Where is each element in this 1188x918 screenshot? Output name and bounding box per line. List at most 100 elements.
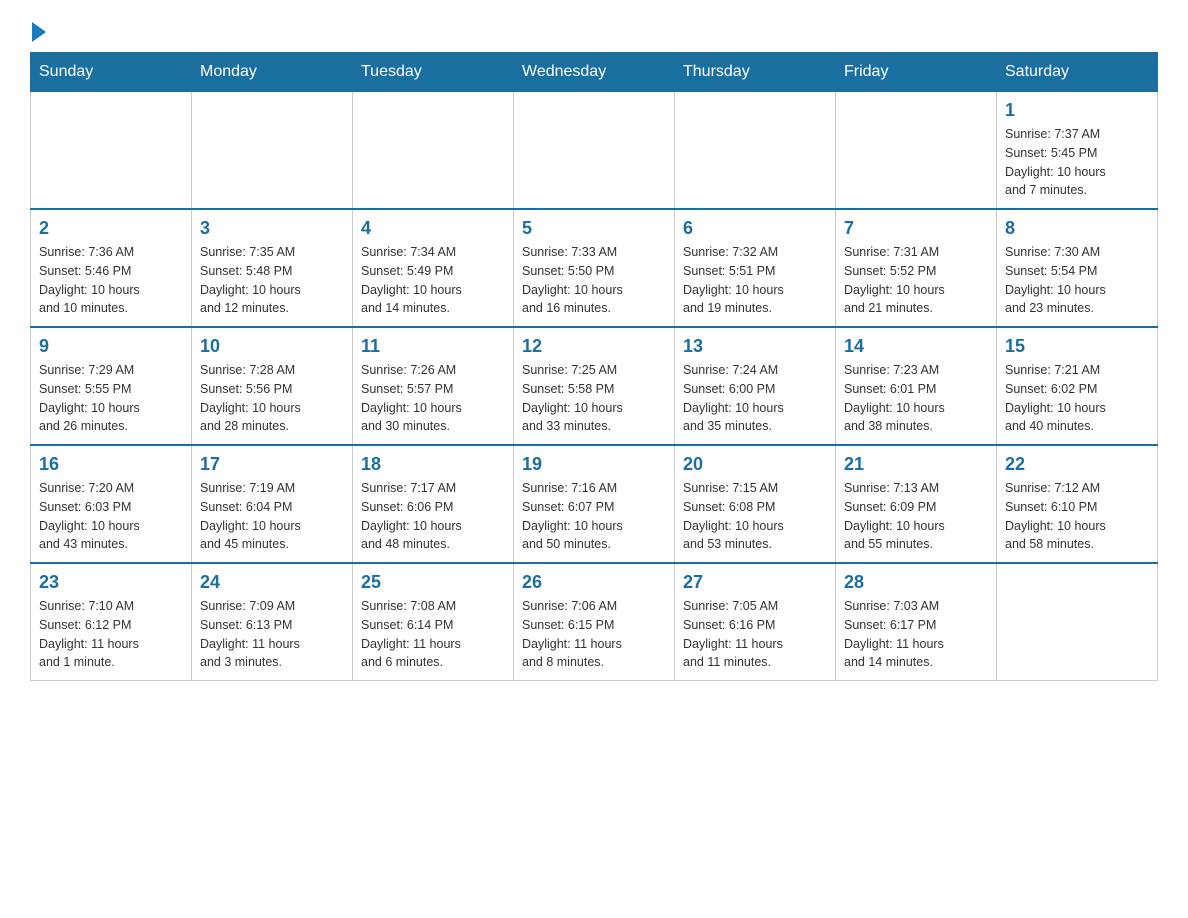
day-cell: 21 Sunrise: 7:13 AM Sunset: 6:09 PM Dayli…: [836, 445, 997, 563]
day-number: 10: [200, 336, 344, 357]
day-cell: 12 Sunrise: 7:25 AM Sunset: 5:58 PM Dayli…: [514, 327, 675, 445]
day-number: 14: [844, 336, 988, 357]
day-info: Sunrise: 7:12 AM Sunset: 6:10 PM Dayligh…: [1005, 479, 1149, 554]
day-cell: 27 Sunrise: 7:05 AM Sunset: 6:16 PM Dayli…: [675, 563, 836, 681]
day-cell: 2 Sunrise: 7:36 AM Sunset: 5:46 PM Daylig…: [31, 209, 192, 327]
day-number: 22: [1005, 454, 1149, 475]
day-cell: 3 Sunrise: 7:35 AM Sunset: 5:48 PM Daylig…: [192, 209, 353, 327]
week-row-3: 9 Sunrise: 7:29 AM Sunset: 5:55 PM Daylig…: [31, 327, 1158, 445]
day-info: Sunrise: 7:32 AM Sunset: 5:51 PM Dayligh…: [683, 243, 827, 318]
calendar-header-row: SundayMondayTuesdayWednesdayThursdayFrid…: [31, 53, 1158, 92]
week-row-1: 1 Sunrise: 7:37 AM Sunset: 5:45 PM Daylig…: [31, 92, 1158, 210]
day-cell: [353, 92, 514, 210]
day-number: 20: [683, 454, 827, 475]
day-number: 9: [39, 336, 183, 357]
day-cell: 19 Sunrise: 7:16 AM Sunset: 6:07 PM Dayli…: [514, 445, 675, 563]
day-number: 12: [522, 336, 666, 357]
day-info: Sunrise: 7:34 AM Sunset: 5:49 PM Dayligh…: [361, 243, 505, 318]
day-cell: 15 Sunrise: 7:21 AM Sunset: 6:02 PM Dayli…: [997, 327, 1158, 445]
day-number: 21: [844, 454, 988, 475]
day-cell: 23 Sunrise: 7:10 AM Sunset: 6:12 PM Dayli…: [31, 563, 192, 681]
day-info: Sunrise: 7:28 AM Sunset: 5:56 PM Dayligh…: [200, 361, 344, 436]
day-info: Sunrise: 7:31 AM Sunset: 5:52 PM Dayligh…: [844, 243, 988, 318]
day-number: 11: [361, 336, 505, 357]
day-info: Sunrise: 7:33 AM Sunset: 5:50 PM Dayligh…: [522, 243, 666, 318]
day-info: Sunrise: 7:37 AM Sunset: 5:45 PM Dayligh…: [1005, 125, 1149, 200]
day-info: Sunrise: 7:20 AM Sunset: 6:03 PM Dayligh…: [39, 479, 183, 554]
day-info: Sunrise: 7:26 AM Sunset: 5:57 PM Dayligh…: [361, 361, 505, 436]
week-row-2: 2 Sunrise: 7:36 AM Sunset: 5:46 PM Daylig…: [31, 209, 1158, 327]
calendar-header-wednesday: Wednesday: [514, 53, 675, 92]
calendar-header-thursday: Thursday: [675, 53, 836, 92]
day-number: 16: [39, 454, 183, 475]
week-row-5: 23 Sunrise: 7:10 AM Sunset: 6:12 PM Dayli…: [31, 563, 1158, 681]
day-info: Sunrise: 7:35 AM Sunset: 5:48 PM Dayligh…: [200, 243, 344, 318]
day-info: Sunrise: 7:24 AM Sunset: 6:00 PM Dayligh…: [683, 361, 827, 436]
day-number: 25: [361, 572, 505, 593]
day-cell: 14 Sunrise: 7:23 AM Sunset: 6:01 PM Dayli…: [836, 327, 997, 445]
calendar-header-sunday: Sunday: [31, 53, 192, 92]
day-cell: 1 Sunrise: 7:37 AM Sunset: 5:45 PM Daylig…: [997, 92, 1158, 210]
day-cell: 16 Sunrise: 7:20 AM Sunset: 6:03 PM Dayli…: [31, 445, 192, 563]
day-cell: [997, 563, 1158, 681]
day-cell: 18 Sunrise: 7:17 AM Sunset: 6:06 PM Dayli…: [353, 445, 514, 563]
day-number: 1: [1005, 100, 1149, 121]
day-info: Sunrise: 7:03 AM Sunset: 6:17 PM Dayligh…: [844, 597, 988, 672]
day-info: Sunrise: 7:25 AM Sunset: 5:58 PM Dayligh…: [522, 361, 666, 436]
calendar-header-saturday: Saturday: [997, 53, 1158, 92]
day-cell: 28 Sunrise: 7:03 AM Sunset: 6:17 PM Dayli…: [836, 563, 997, 681]
day-cell: [192, 92, 353, 210]
day-number: 7: [844, 218, 988, 239]
day-cell: 26Sunrise: 7:06 AM Sunset: 6:15 PM Dayli…: [514, 563, 675, 681]
day-cell: 25 Sunrise: 7:08 AM Sunset: 6:14 PM Dayli…: [353, 563, 514, 681]
day-cell: 9 Sunrise: 7:29 AM Sunset: 5:55 PM Daylig…: [31, 327, 192, 445]
calendar-header-tuesday: Tuesday: [353, 53, 514, 92]
day-number: 4: [361, 218, 505, 239]
day-cell: 20 Sunrise: 7:15 AM Sunset: 6:08 PM Dayli…: [675, 445, 836, 563]
day-number: 15: [1005, 336, 1149, 357]
day-info: Sunrise: 7:36 AM Sunset: 5:46 PM Dayligh…: [39, 243, 183, 318]
day-info: Sunrise: 7:15 AM Sunset: 6:08 PM Dayligh…: [683, 479, 827, 554]
day-number: 8: [1005, 218, 1149, 239]
calendar-header-monday: Monday: [192, 53, 353, 92]
day-number: 23: [39, 572, 183, 593]
day-number: 26: [522, 572, 666, 593]
day-number: 3: [200, 218, 344, 239]
day-cell: 7 Sunrise: 7:31 AM Sunset: 5:52 PM Daylig…: [836, 209, 997, 327]
day-number: 2: [39, 218, 183, 239]
day-info: Sunrise: 7:10 AM Sunset: 6:12 PM Dayligh…: [39, 597, 183, 672]
day-cell: [675, 92, 836, 210]
week-row-4: 16 Sunrise: 7:20 AM Sunset: 6:03 PM Dayli…: [31, 445, 1158, 563]
day-number: 27: [683, 572, 827, 593]
day-info: Sunrise: 7:08 AM Sunset: 6:14 PM Dayligh…: [361, 597, 505, 672]
day-number: 28: [844, 572, 988, 593]
day-number: 24: [200, 572, 344, 593]
day-info: Sunrise: 7:09 AM Sunset: 6:13 PM Dayligh…: [200, 597, 344, 672]
calendar-table: SundayMondayTuesdayWednesdayThursdayFrid…: [30, 52, 1158, 681]
day-info: Sunrise: 7:21 AM Sunset: 6:02 PM Dayligh…: [1005, 361, 1149, 436]
day-info: Sunrise: 7:30 AM Sunset: 5:54 PM Dayligh…: [1005, 243, 1149, 318]
day-cell: [514, 92, 675, 210]
day-cell: 5 Sunrise: 7:33 AM Sunset: 5:50 PM Daylig…: [514, 209, 675, 327]
day-number: 19: [522, 454, 666, 475]
day-cell: 4 Sunrise: 7:34 AM Sunset: 5:49 PM Daylig…: [353, 209, 514, 327]
day-number: 5: [522, 218, 666, 239]
logo: [30, 20, 46, 42]
day-info: Sunrise: 7:23 AM Sunset: 6:01 PM Dayligh…: [844, 361, 988, 436]
day-number: 18: [361, 454, 505, 475]
day-info: Sunrise: 7:05 AM Sunset: 6:16 PM Dayligh…: [683, 597, 827, 672]
day-cell: 8 Sunrise: 7:30 AM Sunset: 5:54 PM Daylig…: [997, 209, 1158, 327]
day-info: Sunrise: 7:17 AM Sunset: 6:06 PM Dayligh…: [361, 479, 505, 554]
day-cell: 24 Sunrise: 7:09 AM Sunset: 6:13 PM Dayli…: [192, 563, 353, 681]
day-info: Sunrise: 7:16 AM Sunset: 6:07 PM Dayligh…: [522, 479, 666, 554]
page-header: [30, 20, 1158, 42]
day-cell: [31, 92, 192, 210]
day-cell: 17Sunrise: 7:19 AM Sunset: 6:04 PM Dayli…: [192, 445, 353, 563]
day-number: 6: [683, 218, 827, 239]
day-info: Sunrise: 7:29 AM Sunset: 5:55 PM Dayligh…: [39, 361, 183, 436]
day-cell: 10 Sunrise: 7:28 AM Sunset: 5:56 PM Dayli…: [192, 327, 353, 445]
logo-arrow-icon: [32, 22, 46, 42]
day-number: 17: [200, 454, 344, 475]
day-info: Sunrise: 7:13 AM Sunset: 6:09 PM Dayligh…: [844, 479, 988, 554]
day-cell: 22 Sunrise: 7:12 AM Sunset: 6:10 PM Dayli…: [997, 445, 1158, 563]
